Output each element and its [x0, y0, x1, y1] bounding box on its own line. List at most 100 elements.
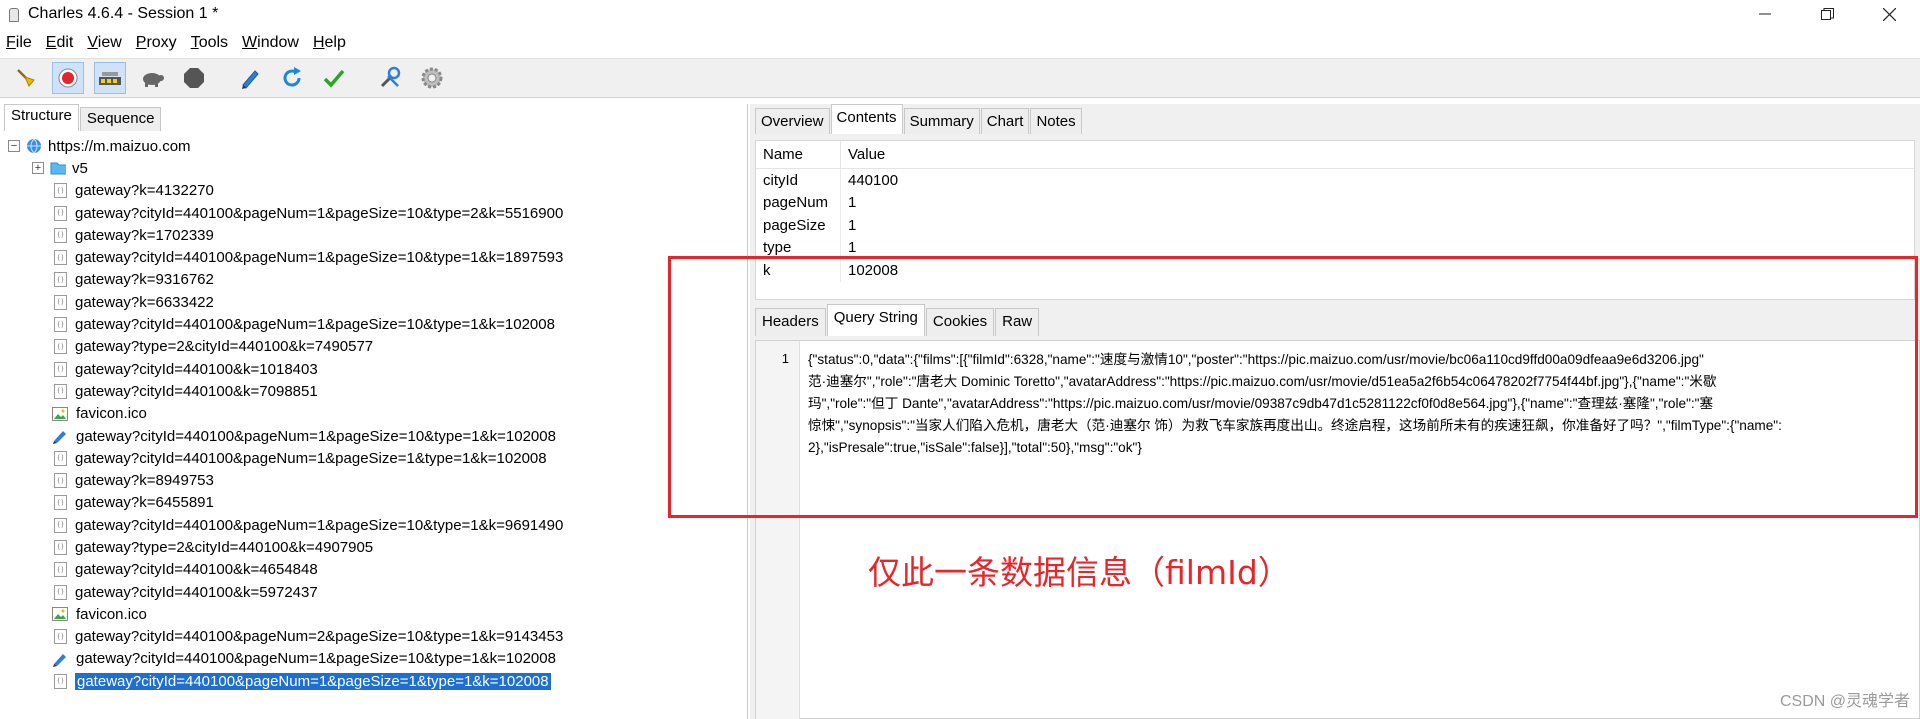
request-row[interactable]: { } gateway?cityId=440100&k=7098851: [0, 380, 748, 402]
record-icon: [58, 68, 78, 88]
json-file-icon: { }: [54, 317, 67, 333]
tab-summary[interactable]: Summary: [903, 108, 980, 134]
tab-overview[interactable]: Overview: [755, 108, 830, 134]
json-file-icon: { }: [54, 227, 67, 243]
request-label: gateway?k=9316762: [75, 271, 214, 289]
request-tree: − https://m.maizuo.com + v5 { } gateway?k…: [0, 135, 748, 692]
column-name-header[interactable]: Name: [756, 140, 841, 169]
request-row[interactable]: favicon.ico: [0, 603, 748, 625]
globe-icon: [26, 138, 42, 154]
menu-view[interactable]: View: [87, 34, 121, 52]
record-button[interactable]: [52, 62, 84, 94]
throttle-button[interactable]: [94, 62, 126, 94]
request-label: gateway?cityId=440100&pageNum=1&pageSize…: [75, 204, 564, 222]
restore-icon: [1820, 7, 1834, 20]
request-row[interactable]: { } gateway?cityId=440100&pageNum=1&pageS…: [0, 202, 748, 224]
menu-edit[interactable]: Edit: [46, 34, 74, 52]
request-row[interactable]: { } gateway?type=2&cityId=440100&k=490790…: [0, 536, 748, 558]
tab-notes[interactable]: Notes: [1030, 108, 1082, 134]
request-row[interactable]: { } gateway?cityId=440100&k=4654848: [0, 559, 748, 581]
request-label: gateway?cityId=440100&pageNum=1&pageSize…: [75, 449, 547, 467]
host-label: https://m.maizuo.com: [48, 137, 191, 155]
expand-icon[interactable]: +: [32, 162, 44, 175]
tools-button[interactable]: [374, 62, 406, 94]
annotation-text: 仅此一条数据信息（filmId）: [868, 553, 1291, 592]
request-label: gateway?cityId=440100&k=7098851: [75, 382, 318, 400]
table-row[interactable]: cityId 440100: [756, 169, 1914, 192]
request-row[interactable]: { } gateway?type=2&cityId=440100&k=749057…: [0, 336, 748, 358]
request-label: gateway?cityId=440100&pageNum=1&pageSize…: [76, 427, 556, 445]
tab-sequence[interactable]: Sequence: [79, 107, 162, 131]
tab-contents[interactable]: Contents: [830, 104, 903, 134]
request-row[interactable]: { } gateway?k=1702339: [0, 224, 748, 246]
validate-button[interactable]: [318, 62, 350, 94]
watermark: CSDN @灵魂学者: [1779, 693, 1910, 710]
compose-button[interactable]: [234, 62, 266, 94]
pen-icon: [52, 651, 68, 667]
request-row[interactable]: gateway?cityId=440100&pageNum=1&pageSize…: [0, 648, 748, 670]
charles-jar-icon: [6, 6, 20, 22]
tools-icon: [380, 66, 401, 88]
host-row[interactable]: − https://m.maizuo.com: [0, 135, 748, 157]
param-name: pageNum: [756, 191, 841, 214]
param-value: 440100: [848, 171, 899, 189]
maximize-button[interactable]: [1796, 0, 1858, 28]
left-tabs: Structure Sequence: [0, 104, 747, 131]
menu-help[interactable]: Help: [313, 34, 346, 52]
request-row[interactable]: { } gateway?k=4132270: [0, 180, 748, 202]
table-row[interactable]: pageNum 1: [756, 191, 1914, 214]
minimize-button[interactable]: [1734, 0, 1796, 28]
menu-tools[interactable]: Tools: [191, 34, 228, 52]
param-value: 1: [848, 239, 857, 257]
request-label: gateway?k=6633422: [75, 293, 214, 311]
request-row[interactable]: { } gateway?cityId=440100&k=1018403: [0, 358, 748, 380]
stop-icon: [184, 68, 204, 88]
settings-button[interactable]: [416, 62, 448, 94]
folder-row[interactable]: + v5: [0, 157, 748, 179]
stop-button[interactable]: [178, 62, 210, 94]
table-header: Name Value: [756, 140, 1914, 169]
param-name: pageSize: [756, 214, 841, 237]
repeat-button[interactable]: [276, 62, 308, 94]
request-row[interactable]: { } gateway?cityId=440100&pageNum=1&pageS…: [0, 246, 748, 268]
request-row[interactable]: { } gateway?k=8949753: [0, 469, 748, 491]
request-row[interactable]: { } gateway?k=6633422: [0, 291, 748, 313]
tree-items: { } gateway?k=4132270 { } gateway?cityId=44…: [0, 180, 748, 693]
pen-icon: [52, 428, 68, 444]
request-row[interactable]: { } gateway?cityId=440100&pageNum=2&pageS…: [0, 626, 748, 648]
menu-file[interactable]: File: [6, 34, 32, 52]
request-label: gateway?cityId=440100&k=1018403: [75, 360, 318, 378]
request-row[interactable]: { } gateway?cityId=440100&pageNum=1&pageS…: [0, 514, 748, 536]
json-file-icon: { }: [54, 562, 67, 578]
column-value-header[interactable]: Value: [841, 146, 885, 163]
broom-icon: [17, 69, 35, 87]
tab-structure[interactable]: Structure: [4, 104, 79, 131]
request-row[interactable]: { } gateway?k=6455891: [0, 492, 748, 514]
request-row[interactable]: gateway?cityId=440100&pageNum=1&pageSize…: [0, 425, 748, 447]
json-file-icon: { }: [54, 272, 67, 288]
close-button[interactable]: [1858, 0, 1920, 28]
collapse-icon[interactable]: −: [8, 140, 20, 153]
request-label: gateway?cityId=440100&pageNum=1&pageSize…: [75, 316, 555, 334]
request-row[interactable]: favicon.ico: [0, 403, 748, 425]
menu-window[interactable]: Window: [242, 34, 299, 52]
clear-session-button[interactable]: [10, 62, 42, 94]
table-row[interactable]: pageSize 1: [756, 214, 1914, 237]
json-file-icon: { }: [54, 339, 67, 355]
request-row[interactable]: { } gateway?cityId=440100&k=5972437: [0, 581, 748, 603]
json-file-icon: { }: [54, 673, 67, 689]
tab-chart[interactable]: Chart: [980, 108, 1030, 134]
request-label: gateway?type=2&cityId=440100&k=4907905: [75, 538, 374, 556]
param-value: 1: [848, 216, 857, 234]
turtle-icon: [143, 73, 164, 87]
param-value: 1: [848, 194, 857, 212]
request-row[interactable]: { } gateway?cityId=440100&pageNum=1&pageS…: [0, 670, 748, 692]
breakpoints-button[interactable]: [136, 62, 168, 94]
request-row[interactable]: { } gateway?cityId=440100&pageNum=1&pageS…: [0, 313, 748, 335]
detail-tabs: Overview Contents Summary Chart Notes: [750, 104, 1920, 134]
json-file-icon: { }: [54, 517, 67, 533]
request-row[interactable]: { } gateway?cityId=440100&pageNum=1&pageS…: [0, 447, 748, 469]
menu-proxy[interactable]: Proxy: [136, 34, 177, 52]
request-row[interactable]: { } gateway?k=9316762: [0, 269, 748, 291]
json-file-icon: { }: [54, 495, 67, 511]
